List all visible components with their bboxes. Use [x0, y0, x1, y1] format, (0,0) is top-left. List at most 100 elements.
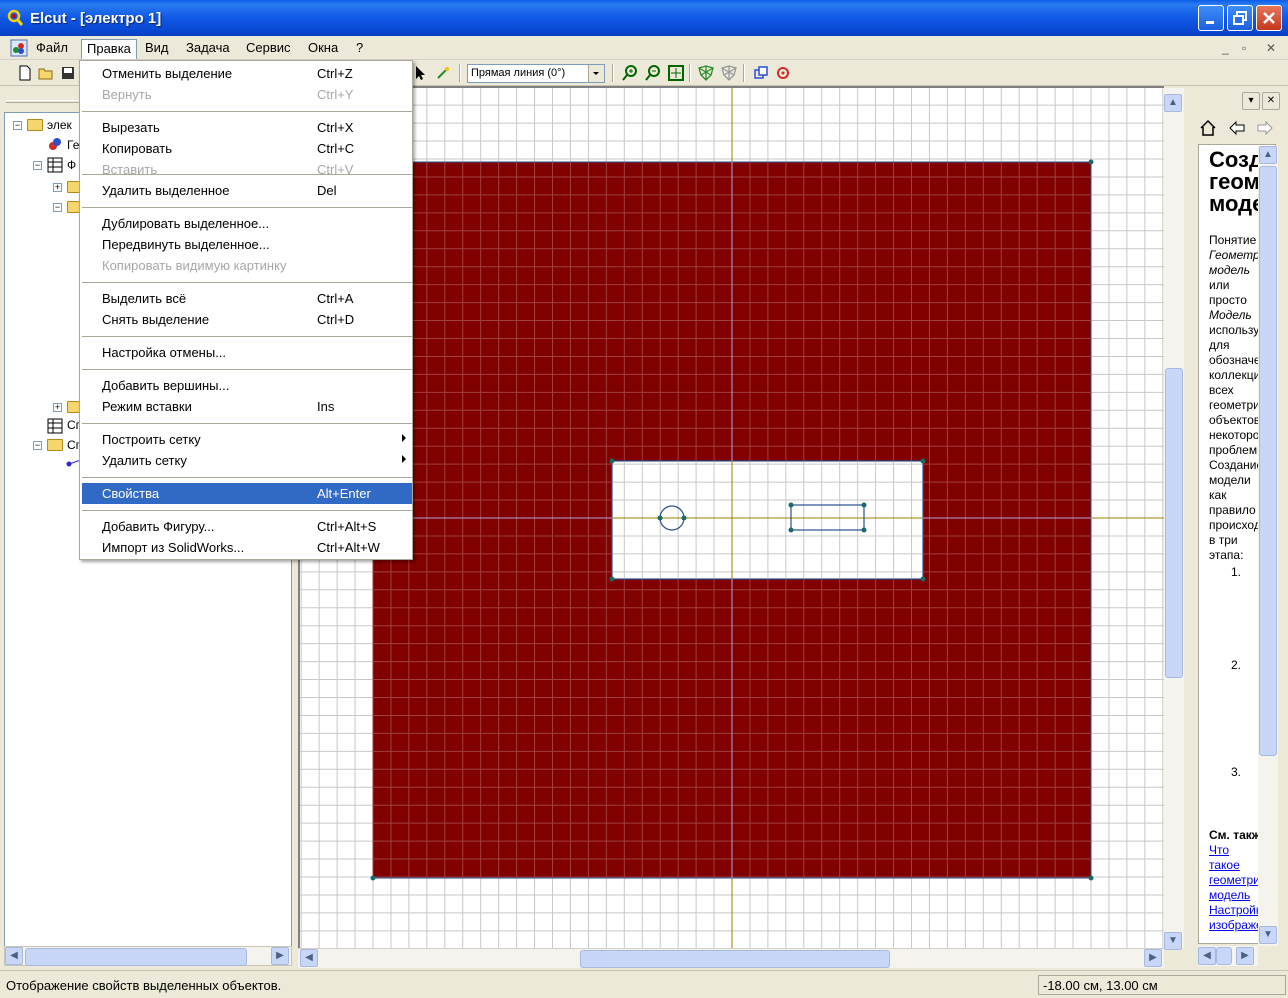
select-arrow-icon[interactable]: [411, 64, 429, 82]
collapse-toggle[interactable]: −: [33, 441, 42, 450]
menu-item-8[interactable]: Копировать видимую картинку: [82, 255, 412, 276]
expand-toggle[interactable]: +: [53, 403, 62, 412]
menu-item-7[interactable]: Передвинуть выделенное...: [82, 234, 412, 255]
scroll-left-button[interactable]: ◀: [300, 949, 318, 967]
canvas-vertical-scrollbar[interactable]: ▲ ▼: [1164, 88, 1184, 950]
menu-item-5[interactable]: Удалить выделенное Del: [82, 180, 412, 201]
menu-windows[interactable]: Окна: [303, 39, 343, 59]
collapse-toggle[interactable]: −: [13, 121, 22, 130]
chevron-down-icon[interactable]: [588, 65, 604, 82]
vertex-node: [681, 515, 687, 521]
menu-item-3[interactable]: Копировать Ctrl+C: [82, 138, 412, 159]
menu-item-15[interactable]: Удалить сетку: [82, 450, 412, 471]
menu-item-12[interactable]: Добавить вершины...: [82, 375, 412, 396]
menu-service[interactable]: Сервис: [241, 39, 296, 59]
mdi-minimize-button[interactable]: _: [1222, 41, 1229, 55]
scroll-down-button[interactable]: ▼: [1259, 926, 1277, 944]
scrollbar-thumb[interactable]: [1259, 166, 1277, 756]
menu-item-label: Копировать видимую картинку: [102, 258, 287, 273]
tree-item-physics[interactable]: Ф: [67, 158, 76, 172]
scroll-right-button[interactable]: ▶: [271, 947, 289, 965]
chevron-down-icon[interactable]: ▾: [1242, 92, 1260, 110]
close-icon[interactable]: ✕: [1262, 92, 1280, 110]
menu-item-label: Отменить выделение: [102, 66, 233, 81]
menu-item-16[interactable]: Свойства Alt+Enter: [82, 483, 412, 504]
collapse-toggle[interactable]: −: [53, 203, 62, 212]
scrollbar-thumb[interactable]: [25, 948, 247, 966]
scroll-up-button[interactable]: ▲: [1259, 146, 1277, 164]
menu-item-label: Настройка отмены...: [102, 345, 227, 360]
expand-toggle[interactable]: +: [53, 183, 62, 192]
toolbar-separator: [743, 64, 745, 82]
collapse-toggle[interactable]: −: [33, 161, 42, 170]
help-horizontal-scrollbar[interactable]: ◀ ▶: [1198, 946, 1258, 966]
menu-item-10[interactable]: Снять выделение Ctrl+D: [82, 309, 412, 330]
geometry-canvas[interactable]: [298, 86, 1164, 948]
menu-item-label: Добавить Фигуру...: [102, 519, 215, 534]
mdi-close-button[interactable]: ✕: [1266, 41, 1276, 55]
title-bar[interactable]: Elcut - [электро 1]: [0, 0, 1288, 36]
submenu-arrow-icon: [402, 455, 406, 463]
magic-wand-icon[interactable]: [434, 64, 452, 82]
menu-item-17[interactable]: Добавить Фигуру... Ctrl+Alt+S: [82, 516, 412, 537]
open-folder-icon[interactable]: [37, 64, 55, 82]
scroll-down-button[interactable]: ▼: [1164, 932, 1182, 950]
build-mesh-icon[interactable]: [697, 64, 715, 82]
scroll-left-button[interactable]: ◀: [5, 947, 23, 965]
menu-item-shortcut: Ctrl+Z: [317, 66, 353, 81]
menu-item-label: Вернуть: [102, 87, 152, 102]
home-icon[interactable]: [1198, 118, 1218, 138]
zoom-fit-icon[interactable]: [667, 64, 685, 82]
geometry-icon: [49, 138, 61, 150]
restore-button[interactable]: [1227, 5, 1253, 31]
menu-item-11[interactable]: Настройка отмены...: [82, 342, 412, 363]
menu-item-6[interactable]: Дублировать выделенное...: [82, 213, 412, 234]
close-button[interactable]: [1256, 5, 1282, 31]
menu-item-13[interactable]: Режим вставки Ins: [82, 396, 412, 417]
menu-item-18[interactable]: Импорт из SolidWorks... Ctrl+Alt+W: [82, 537, 412, 558]
tree-root[interactable]: элек: [47, 118, 72, 132]
menu-view[interactable]: Вид: [140, 39, 174, 59]
tree-horizontal-scrollbar[interactable]: ◀ ▶: [4, 946, 292, 966]
scroll-right-button[interactable]: ▶: [1144, 949, 1162, 967]
menu-item-9[interactable]: Выделить всё Ctrl+A: [82, 288, 412, 309]
model-drawing[interactable]: [300, 88, 1164, 948]
scrollbar-thumb[interactable]: [580, 950, 890, 968]
stop-icon[interactable]: [774, 64, 792, 82]
menu-item-14[interactable]: Построить сетку: [82, 429, 412, 450]
menu-item-4[interactable]: Вставить Ctrl+V: [82, 159, 412, 180]
minimize-icon: [1206, 21, 1214, 24]
help-vertical-scrollbar[interactable]: ▲ ▼: [1258, 146, 1278, 946]
menu-help[interactable]: ?: [351, 39, 368, 59]
vertex-node: [861, 502, 867, 508]
menu-item-2[interactable]: Вырезать Ctrl+X: [82, 117, 412, 138]
zoom-out-icon[interactable]: [644, 64, 662, 82]
back-arrow-icon[interactable]: [1228, 120, 1246, 136]
elcut-app-icon[interactable]: [6, 9, 24, 27]
menu-item-shortcut: Ctrl+D: [317, 312, 355, 327]
scroll-up-button[interactable]: ▲: [1164, 94, 1182, 112]
menu-item-0[interactable]: Отменить выделение Ctrl+Z: [82, 63, 412, 84]
document-icon[interactable]: [10, 39, 28, 57]
scrollbar-thumb[interactable]: [1165, 368, 1183, 678]
menu-item-1[interactable]: Вернуть Ctrl+Y: [82, 84, 412, 105]
scrollbar-thumb[interactable]: [1216, 947, 1232, 965]
forward-arrow-icon[interactable]: [1256, 120, 1274, 136]
menu-separator: [82, 423, 412, 424]
menu-file[interactable]: Файл: [31, 39, 73, 59]
new-file-icon[interactable]: [16, 64, 34, 82]
copy-picture-icon[interactable]: [752, 64, 770, 82]
canvas-horizontal-scrollbar[interactable]: ◀ ▶: [298, 948, 1164, 968]
zoom-in-icon[interactable]: [621, 64, 639, 82]
menu-edit[interactable]: Правка: [81, 39, 137, 59]
mdi-restore-button[interactable]: ▫: [1242, 41, 1246, 55]
save-icon[interactable]: [59, 64, 77, 82]
delete-mesh-icon[interactable]: [720, 64, 738, 82]
vertex-node: [788, 527, 794, 533]
tree-item-geometry[interactable]: Ге: [67, 138, 79, 152]
line-type-select[interactable]: Прямая линия (0°): [467, 64, 605, 83]
menu-task[interactable]: Задача: [181, 39, 235, 59]
minimize-button[interactable]: [1198, 5, 1224, 31]
scroll-right-button[interactable]: ▶: [1236, 947, 1254, 965]
scroll-left-button[interactable]: ◀: [1198, 947, 1216, 965]
